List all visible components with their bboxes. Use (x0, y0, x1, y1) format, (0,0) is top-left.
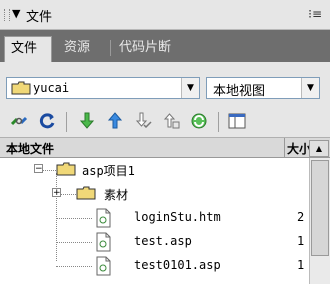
get-files-icon[interactable] (76, 110, 98, 132)
put-files-icon[interactable] (104, 110, 126, 132)
panel-tabs: 文件 资源 代码片断 (0, 30, 330, 62)
scroll-up-button[interactable]: ▲ (309, 140, 329, 157)
tree-item-size: 1 (297, 234, 305, 248)
tree-row-folder[interactable]: − asp项目1 (0, 158, 309, 182)
connect-icon[interactable] (8, 110, 30, 132)
scrollbar-thumb[interactable] (311, 160, 329, 256)
refresh-icon[interactable] (36, 110, 58, 132)
tree-item-name: 素材 (104, 188, 129, 202)
vertical-scrollbar[interactable] (309, 158, 330, 284)
tree-item-size: 1 (297, 258, 305, 272)
tree-item-name: test0101.asp (134, 258, 221, 272)
tab-assets[interactable]: 资源 (58, 36, 106, 62)
check-out-icon[interactable] (132, 110, 154, 132)
expand-panel-icon[interactable] (226, 110, 248, 132)
tree-row-file[interactable]: test.asp 1 (0, 230, 309, 254)
chevron-down-icon[interactable]: ▼ (301, 78, 319, 98)
check-in-icon[interactable] (160, 110, 182, 132)
tab-divider (110, 40, 111, 56)
column-divider[interactable] (284, 138, 285, 157)
files-panel: ▼ 文件 ⁝≡ 文件 资源 代码片断 yucai ▼ 本地视图 ▼ 本地文件 大… (0, 0, 330, 284)
view-selector-value: 本地视图 (213, 84, 266, 99)
tree-row-file[interactable]: test0101.asp 1 (0, 254, 309, 278)
tab-snippets-label: 代码片断 (119, 40, 172, 55)
site-selector-value: yucai (33, 81, 70, 95)
tree-row-file[interactable]: loginStu.htm 2 (0, 206, 309, 230)
tree-item-name: loginStu.htm (134, 210, 221, 224)
folder-icon (76, 186, 96, 200)
panel-title: 文件 (26, 10, 53, 25)
collapse-icon[interactable]: − (34, 164, 43, 174)
toolbar-divider (66, 112, 67, 132)
collapse-arrow-icon[interactable]: ▼ (12, 7, 20, 20)
site-selector[interactable]: yucai ▼ (6, 77, 200, 99)
file-tree: − asp项目1 + 素材 loginStu.htm 2 test.asp 1 … (0, 158, 309, 284)
tree-item-size: 2 (297, 210, 305, 224)
tab-assets-label: 资源 (64, 40, 91, 55)
file-list-header: 本地文件 大小 (0, 138, 330, 158)
tab-files[interactable]: 文件 (4, 36, 52, 62)
chevron-down-icon[interactable]: ▼ (181, 78, 199, 98)
column-local-files[interactable]: 本地文件 (6, 140, 54, 157)
asp-file-icon (96, 232, 111, 252)
options-menu-icon[interactable]: ⁝≡ (308, 7, 322, 21)
tab-files-label: 文件 (11, 41, 38, 56)
toolbar-divider (218, 112, 219, 132)
tree-item-name: test.asp (134, 234, 192, 248)
files-toolbar (0, 106, 330, 138)
asp-file-icon (96, 256, 111, 276)
drag-grip-icon[interactable] (4, 9, 10, 21)
folder-icon (11, 81, 31, 95)
panel-title-bar[interactable]: ▼ 文件 ⁝≡ (0, 0, 330, 30)
view-selector[interactable]: 本地视图 ▼ (206, 77, 320, 99)
site-selector-bar: yucai ▼ 本地视图 ▼ (0, 62, 330, 106)
expand-icon[interactable]: + (52, 188, 61, 198)
tab-snippets[interactable]: 代码片断 (113, 36, 203, 62)
html-file-icon (96, 208, 111, 228)
folder-icon (56, 162, 76, 176)
column-size[interactable]: 大小 (287, 140, 311, 157)
tree-item-name: asp项目1 (82, 164, 135, 178)
synchronize-icon[interactable] (188, 110, 210, 132)
tree-row-folder[interactable]: + 素材 (0, 182, 309, 206)
